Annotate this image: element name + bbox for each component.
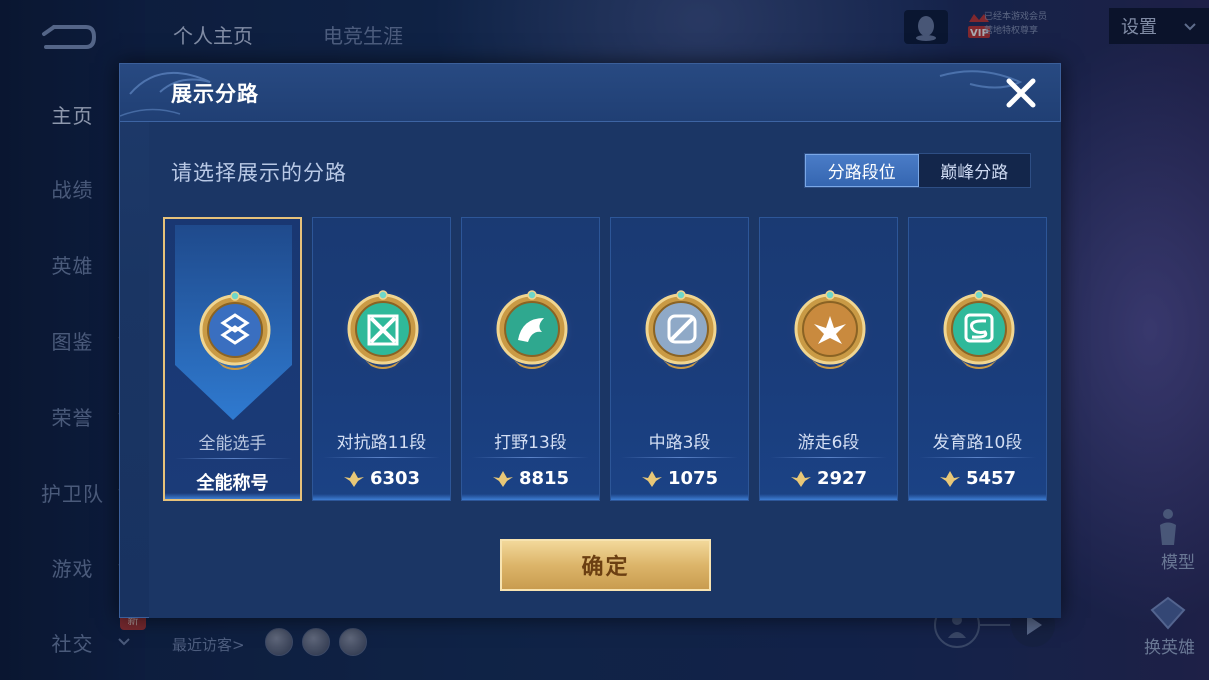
card-bottom-glow bbox=[909, 494, 1046, 500]
card-divider bbox=[323, 457, 440, 458]
lane-points-icon bbox=[343, 470, 364, 487]
card-divider bbox=[919, 457, 1036, 458]
lane-card[interactable]: 全能选手 全能称号 bbox=[163, 217, 302, 501]
lane-label: 打野13段 bbox=[494, 433, 567, 453]
lane-card[interactable]: 打野13段 8815 bbox=[461, 217, 600, 501]
lane-points-icon bbox=[939, 470, 960, 487]
lane-score-value: 6303 bbox=[369, 468, 421, 489]
dialog-title: 展示分路 bbox=[171, 82, 259, 106]
lane-score: 2927 bbox=[760, 468, 897, 489]
all-round-emblem-icon bbox=[199, 291, 271, 370]
card-divider bbox=[770, 457, 887, 458]
mid-lane-emblem-icon bbox=[645, 290, 717, 369]
card-bottom-glow bbox=[165, 493, 300, 499]
lane-mode-segmented-control: 分路段位 巅峰分路 bbox=[804, 153, 1031, 188]
dialog-header: 展示分路 bbox=[120, 64, 1060, 122]
card-bottom-glow bbox=[313, 494, 450, 500]
lane-card[interactable]: 发育路10段 5457 bbox=[908, 217, 1047, 501]
lane-score-value: 全能称号 bbox=[196, 473, 269, 494]
lane-card[interactable]: 对抗路11段 6303 bbox=[312, 217, 451, 501]
lane-points-icon bbox=[492, 470, 513, 487]
card-divider bbox=[175, 458, 292, 459]
lane-score: 8815 bbox=[462, 468, 599, 489]
lane-label: 全能选手 bbox=[198, 434, 267, 454]
lane-display-dialog: 展示分路 请选择展示的分路 分路段位 巅峰分路 全能选手 全能称号 对抗路11段 63… bbox=[119, 63, 1061, 618]
card-bottom-glow bbox=[611, 494, 748, 500]
dialog-subtitle: 请选择展示的分路 bbox=[171, 161, 347, 185]
farm-lane-emblem-icon bbox=[943, 290, 1015, 369]
lane-score: 全能称号 bbox=[165, 469, 300, 495]
lane-label: 游走6段 bbox=[797, 433, 860, 453]
confirm-button[interactable]: 确定 bbox=[500, 539, 711, 591]
card-divider bbox=[472, 457, 589, 458]
lane-points-icon bbox=[790, 470, 811, 487]
clash-lane-emblem-icon bbox=[347, 290, 419, 369]
lane-label: 对抗路11段 bbox=[336, 433, 427, 453]
lane-score: 1075 bbox=[611, 468, 748, 489]
lane-card[interactable]: 游走6段 2927 bbox=[759, 217, 898, 501]
lane-label: 中路3段 bbox=[648, 433, 711, 453]
header-swirl-decoration bbox=[120, 70, 1023, 117]
lane-points-icon bbox=[641, 470, 662, 487]
card-bottom-glow bbox=[462, 494, 599, 500]
roam-emblem-icon bbox=[794, 290, 866, 369]
jungle-emblem-icon bbox=[496, 290, 568, 369]
lane-score-value: 1075 bbox=[667, 468, 719, 489]
lane-score: 5457 bbox=[909, 468, 1046, 489]
lane-score: 6303 bbox=[313, 468, 450, 489]
tab-peak-lane[interactable]: 巅峰分路 bbox=[919, 154, 1031, 187]
lane-card[interactable]: 中路3段 1075 bbox=[610, 217, 749, 501]
card-bottom-glow bbox=[760, 494, 897, 500]
lane-label: 发育路10段 bbox=[932, 433, 1023, 453]
lane-score-value: 8815 bbox=[518, 468, 570, 489]
lane-score-value: 5457 bbox=[965, 468, 1017, 489]
tab-lane-rank[interactable]: 分路段位 bbox=[805, 154, 919, 187]
card-divider bbox=[621, 457, 738, 458]
close-icon[interactable] bbox=[1002, 74, 1040, 112]
lane-score-value: 2927 bbox=[816, 468, 868, 489]
